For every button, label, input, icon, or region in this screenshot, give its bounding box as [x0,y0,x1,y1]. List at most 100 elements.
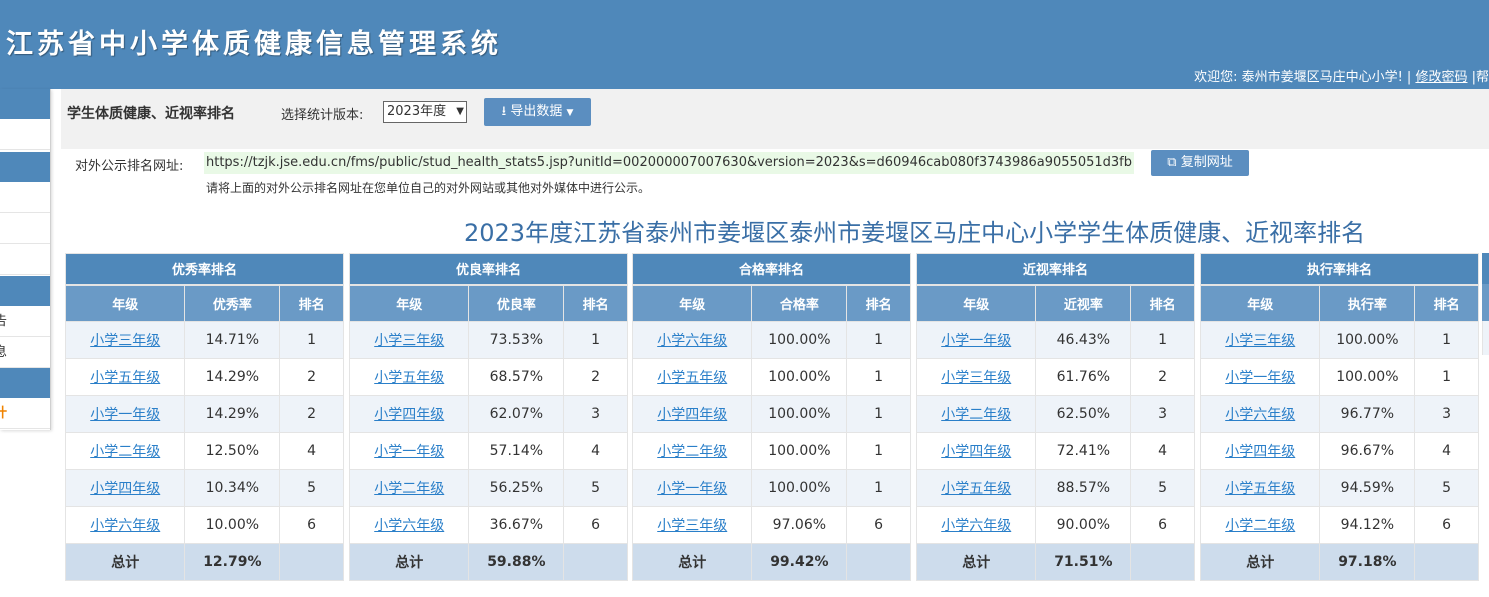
table-row: 小学四年级 10.34% 5 [64,469,344,507]
total-row: 总计 71.51% [915,543,1195,581]
grade-link[interactable]: 小学六年级 [1225,407,1295,423]
rate-cell: 46.43% [1035,321,1132,359]
user-welcome-bar: 欢迎您: 泰州市姜堰区马庄中心小学! | 修改密码 |帮 [1194,66,1489,85]
grade-cell: 小学三年级 [1199,321,1321,359]
table-row: 小学二年级 12.50% 4 [64,432,344,470]
column-header: 近视率 [1035,284,1132,322]
grade-link[interactable]: 小学二年级 [941,407,1011,423]
copy-url-button[interactable]: ⧉ 复制网址 [1151,150,1249,176]
caret-down-icon: ▼ [566,108,574,118]
next-table-edge [1482,284,1489,321]
export-data-button[interactable]: ⭳ 导出数据 ▼ [484,98,591,126]
grade-link[interactable]: 小学二年级 [1225,518,1295,534]
rank-cell: 6 [563,506,628,544]
rate-cell: 72.41% [1035,432,1132,470]
grade-link[interactable]: 小学一年级 [1225,370,1295,386]
rank-cell: 5 [563,469,628,507]
version-select-value: 2023年度 [387,104,447,119]
top-header: 江苏省中小学体质健康信息管理系统 欢迎您: 泰州市姜堰区马庄中心小学! | 修改… [0,0,1489,89]
version-select[interactable]: 2023年度 ▼ [383,101,467,123]
sidebar-item-info[interactable]: 息 [0,337,50,368]
grade-link[interactable]: 小学六年级 [90,518,160,534]
grade-link[interactable]: 小学一年级 [90,407,160,423]
table-row: 小学三年级 14.71% 1 [64,321,344,359]
grade-link[interactable]: 小学五年级 [941,481,1011,497]
grade-cell: 小学四年级 [348,395,470,433]
sidebar-item[interactable] [0,244,50,275]
grade-link[interactable]: 小学五年级 [657,370,727,386]
total-label: 总计 [64,543,186,581]
grade-link[interactable]: 小学三年级 [1225,333,1295,349]
grade-link[interactable]: 小学五年级 [1225,481,1295,497]
sidebar-item[interactable] [0,119,50,150]
sidebar-section-header[interactable] [0,368,50,398]
grade-link[interactable]: 小学一年级 [657,481,727,497]
grade-link[interactable]: 小学四年级 [657,407,727,423]
grade-link[interactable]: 小学三年级 [941,370,1011,386]
sidebar-section-header[interactable] [0,276,50,306]
public-url-text[interactable]: https://tzjk.jse.edu.cn/fms/public/stud_… [204,152,1134,174]
grade-link[interactable]: 小学三年级 [90,333,160,349]
rank-cell: 1 [563,321,628,359]
rate-cell: 94.12% [1319,506,1416,544]
grade-link[interactable]: 小学六年级 [657,333,727,349]
table-row: 小学一年级 46.43% 1 [915,321,1195,359]
grade-link[interactable]: 小学六年级 [941,518,1011,534]
table-row: 小学一年级 14.29% 2 [64,395,344,433]
toolbar: 学生体质健康、近视率排名 选择统计版本: 2023年度 ▼ ⭳ 导出数据 ▼ [61,89,1489,149]
rank-cell: 4 [1130,432,1195,470]
grade-link[interactable]: 小学六年级 [374,518,444,534]
grade-cell: 小学一年级 [348,432,470,470]
column-header: 合格率 [751,284,848,322]
grade-link[interactable]: 小学四年级 [90,481,160,497]
sidebar-item[interactable] [0,213,50,244]
rank-cell: 3 [1414,395,1479,433]
sidebar-item-statistics[interactable]: 计 [0,398,50,429]
help-link[interactable]: |帮 [1472,70,1489,85]
grade-cell: 小学三年级 [631,506,753,544]
table-row: 小学二年级 100.00% 1 [631,432,911,470]
sidebar-item[interactable] [0,182,50,213]
rank-cell: 6 [1130,506,1195,544]
total-label: 总计 [1199,543,1321,581]
rate-cell: 62.07% [468,395,565,433]
change-password-link[interactable]: 修改密码 [1415,70,1467,85]
rate-cell: 97.06% [751,506,848,544]
grade-link[interactable]: 小学四年级 [941,444,1011,460]
rate-cell: 14.71% [184,321,281,359]
grade-link[interactable]: 小学三年级 [374,333,444,349]
grade-cell: 小学四年级 [1199,432,1321,470]
grade-cell: 小学四年级 [915,432,1037,470]
sidebar-item-report[interactable]: 告 [0,306,50,337]
page-title: 学生体质健康、近视率排名 [67,106,235,122]
grade-cell: 小学五年级 [1199,469,1321,507]
table-row: 小学三年级 100.00% 1 [1199,321,1479,359]
grade-link[interactable]: 小学二年级 [374,481,444,497]
column-header: 排名 [563,284,628,322]
rate-cell: 36.67% [468,506,565,544]
copy-url-label: 复制网址 [1180,155,1233,170]
rate-cell: 14.29% [184,358,281,396]
version-label: 选择统计版本: [281,108,364,123]
grade-link[interactable]: 小学五年级 [90,370,160,386]
rate-cell: 100.00% [751,358,848,396]
table-row: 小学四年级 100.00% 1 [631,395,911,433]
grade-link[interactable]: 小学四年级 [374,407,444,423]
grade-link[interactable]: 小学三年级 [657,518,727,534]
rate-cell: 62.50% [1035,395,1132,433]
total-rank-empty [1414,543,1479,581]
total-row: 总计 12.79% [64,543,344,581]
grade-link[interactable]: 小学五年级 [374,370,444,386]
sidebar-section-header[interactable] [0,89,50,119]
grade-link[interactable]: 小学二年级 [90,444,160,460]
rate-cell: 57.14% [468,432,565,470]
grade-link[interactable]: 小学二年级 [657,444,727,460]
sidebar-item-label: 息 [0,337,7,367]
rank-cell: 2 [279,358,344,396]
grade-link[interactable]: 小学四年级 [1225,444,1295,460]
table-row: 小学六年级 36.67% 6 [348,506,628,544]
grade-link[interactable]: 小学一年级 [941,333,1011,349]
sidebar-section-header[interactable] [0,152,50,182]
grade-link[interactable]: 小学一年级 [374,444,444,460]
column-header: 年级 [1199,284,1321,322]
